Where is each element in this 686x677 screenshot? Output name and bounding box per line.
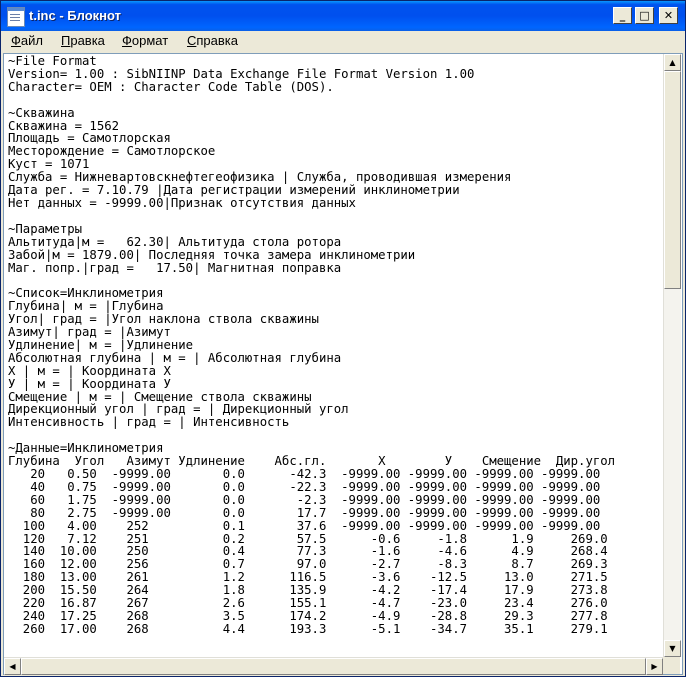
notepad-icon[interactable] [7,7,25,27]
text-line: Удлинение| м = |Удлинение [8,337,194,352]
text-line: Version= 1.00 : SibNIINP Data Exchange F… [8,66,475,81]
text-line: Служба = Нижневартовскнефтегеофизика | С… [8,170,512,185]
arrow-up-icon: ▲ [669,58,676,67]
text-line: 180 13.00 261 1.2 116.5 -3.6 -12.5 13.0 … [8,570,608,585]
text-line: Глубина Угол Азимут Удлинение Абс.гл. X … [8,454,616,469]
text-line: Куст = 1071 [8,157,90,172]
text-line: 220 16.87 267 2.6 155.1 -4.7 -23.0 23.4 … [8,596,608,611]
horizontal-scroll-thumb[interactable] [21,658,646,675]
arrow-left-icon: ◀ [9,662,16,671]
arrow-right-icon: ▶ [651,662,658,671]
text-line: У | м = | Координата У [8,376,171,391]
notepad-window: t.inc - Блокнот _ □ ✕ Файл Правка Формат… [0,0,686,677]
text-line: Азимут| град = |Азимут [8,325,171,340]
text-line: ~Данные=Инклинометрия [8,441,164,456]
text-line: Площадь = Самотлорская [8,131,171,146]
text-line: 80 2.75 -9999.00 0.0 17.7 -9999.00 -9999… [8,505,601,520]
scroll-down-button[interactable]: ▼ [664,640,681,657]
minimize-button[interactable]: _ [613,7,632,24]
text-line: 160 12.00 256 0.7 97.0 -2.7 -8.3 8.7 269… [8,557,608,572]
text-line: Смещение | м = | Смещение ствола скважин… [8,389,312,404]
vertical-scrollbar[interactable]: ▲ ▼ [663,54,681,657]
text-line: 100 4.00 252 0.1 37.6 -9999.00 -9999.00 … [8,518,601,533]
text-line: Угол| град = |Угол наклона ствола скважи… [8,312,319,327]
text-line: Месторождение = Самотлорское [8,144,216,159]
text-line: ~Список=Инклинометрия [8,286,164,301]
close-icon: ✕ [663,9,674,22]
text-line: X | м = | Координата X [8,363,171,378]
text-line: Альтитуда|м = 62.30| Альтитуда стола рот… [8,234,342,249]
text-line: 260 17.00 268 4.4 193.3 -5.1 -34.7 35.1 … [8,621,608,636]
text-line: 20 0.50 -9999.00 0.0 -42.3 -9999.00 -999… [8,467,601,481]
text-line: Забой|м = 1879.00| Последняя точка замер… [8,247,416,262]
text-line: Глубина| м = |Глубина [8,299,164,314]
horizontal-scrollbar[interactable]: ◀ ▶ [4,657,663,675]
text-line: Скважина = 1562 [8,118,120,133]
text-line: ~File Format [8,54,97,68]
text-line: 120 7.12 251 0.2 57.5 -0.6 -1.8 1.9 269.… [8,531,608,546]
text-line: 40 0.75 -9999.00 0.0 -22.3 -9999.00 -999… [8,479,601,494]
menu-file[interactable]: Файл [11,33,43,48]
window-title: t.inc - Блокнот [29,8,121,23]
text-line: Маг. попр.|град = 17.50| Магнитная попра… [8,260,342,275]
vertical-scroll-thumb[interactable] [664,71,681,289]
scroll-right-button[interactable]: ▶ [646,658,663,675]
menu-bar: Файл Правка Формат Справка [1,31,685,51]
title-bar[interactable]: t.inc - Блокнот _ □ ✕ [1,1,685,31]
arrow-down-icon: ▼ [669,644,676,653]
text-line: Нет данных = -9999.00|Признак отсутствия… [8,195,356,210]
text-line: 200 15.50 264 1.8 135.9 -4.2 -17.4 17.9 … [8,583,608,598]
text-line: Дата рег. = 7.10.79 |Дата регистрации из… [8,183,460,198]
text-line: Абсолютная глубина | м = | Абсолютная гл… [8,350,342,365]
text-line: 140 10.00 250 0.4 77.3 -1.6 -4.6 4.9 268… [8,544,608,559]
text-line: ~Скважина [8,105,75,120]
text-line: 240 17.25 268 3.5 174.2 -4.9 -28.8 29.3 … [8,608,608,623]
menu-help[interactable]: Справка [187,33,238,48]
text-line: Интенсивность | град = | Интенсивность [8,415,290,430]
menu-edit[interactable]: Правка [61,33,105,48]
text-line: Дирекционный угол | град = | Дирекционны… [8,402,349,417]
maximize-icon: □ [639,9,650,22]
text-line: ~Параметры [8,221,83,236]
text-line: Character= OEM : Character Code Table (D… [8,79,334,94]
maximize-button[interactable]: □ [635,7,654,24]
menu-format[interactable]: Формат [122,33,168,48]
size-grip [663,657,680,674]
scroll-left-button[interactable]: ◀ [4,658,21,675]
close-button[interactable]: ✕ [659,7,678,24]
text-editor[interactable]: ~File Format Version= 1.00 : SibNIINP Da… [3,53,683,675]
document-text[interactable]: ~File Format Version= 1.00 : SibNIINP Da… [8,55,615,636]
scroll-up-button[interactable]: ▲ [664,54,681,71]
text-line: 60 1.75 -9999.00 0.0 -2.3 -9999.00 -9999… [8,492,601,507]
minimize-icon: _ [619,9,626,22]
